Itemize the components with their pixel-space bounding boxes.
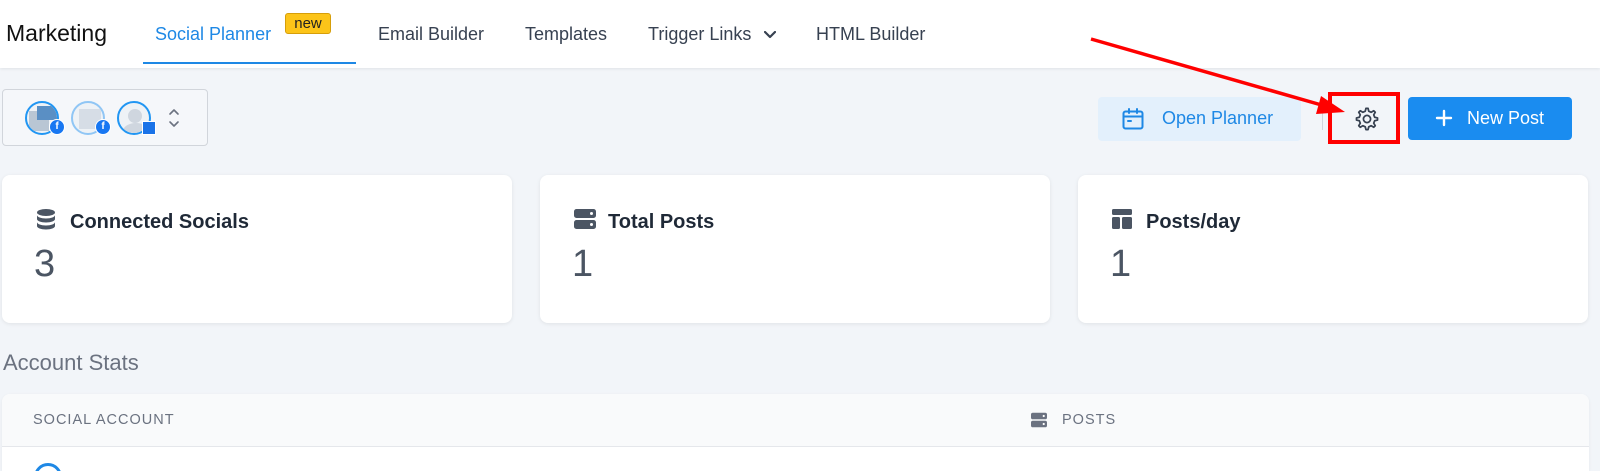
tab-templates[interactable]: Templates — [525, 24, 607, 45]
stat-card-connected-socials: Connected Socials 3 — [2, 175, 512, 323]
database-icon — [37, 209, 55, 230]
plus-icon — [1435, 109, 1453, 127]
calendar-icon — [1122, 108, 1144, 130]
stat-card-total-posts: Total Posts 1 — [540, 175, 1050, 323]
avatar — [34, 463, 62, 471]
account-stats-table: SOCIAL ACCOUNT POSTS — [2, 394, 1589, 471]
stat-title: Connected Socials — [70, 211, 249, 233]
stat-value: 3 — [34, 243, 56, 285]
stat-title: Total Posts — [608, 211, 715, 233]
annotation-highlight-box — [1328, 92, 1400, 144]
column-header-social-account[interactable]: SOCIAL ACCOUNT — [33, 412, 175, 428]
section-title-account-stats: Account Stats — [3, 350, 139, 375]
stat-value: 1 — [572, 243, 594, 285]
tab-social-planner[interactable]: Social Planner — [155, 24, 271, 45]
app-title: Marketing — [6, 20, 107, 46]
column-header-posts[interactable]: POSTS — [1062, 412, 1116, 428]
chevron-down-icon — [764, 31, 777, 39]
top-navigation: Marketing Social Planner new Email Build… — [0, 0, 1600, 68]
new-badge: new — [285, 13, 331, 34]
stat-value: 1 — [1110, 243, 1132, 285]
chevron-up-down-icon[interactable] — [168, 106, 180, 130]
new-post-label: New Post — [1467, 108, 1545, 128]
stat-title: Posts/day — [1146, 211, 1241, 233]
server-icon — [1031, 412, 1047, 428]
tab-trigger-links[interactable]: Trigger Links — [648, 24, 777, 45]
active-tab-indicator — [143, 62, 356, 64]
open-planner-button[interactable]: Open Planner — [1098, 97, 1301, 141]
table-header: SOCIAL ACCOUNT POSTS — [2, 394, 1589, 447]
tab-html-builder[interactable]: HTML Builder — [816, 24, 925, 45]
open-planner-label: Open Planner — [1162, 108, 1274, 128]
server-icon — [574, 209, 596, 229]
tab-trigger-links-label: Trigger Links — [648, 24, 752, 44]
layout-icon — [1112, 209, 1132, 229]
google-business-icon — [142, 121, 156, 135]
account-selector[interactable]: f f — [2, 89, 208, 146]
toolbar-divider — [1322, 108, 1323, 130]
tab-email-builder[interactable]: Email Builder — [378, 24, 484, 45]
stat-card-posts-per-day: Posts/day 1 — [1078, 175, 1588, 323]
facebook-icon: f — [49, 119, 65, 135]
facebook-icon: f — [95, 119, 111, 135]
new-post-button[interactable]: New Post — [1408, 97, 1572, 140]
